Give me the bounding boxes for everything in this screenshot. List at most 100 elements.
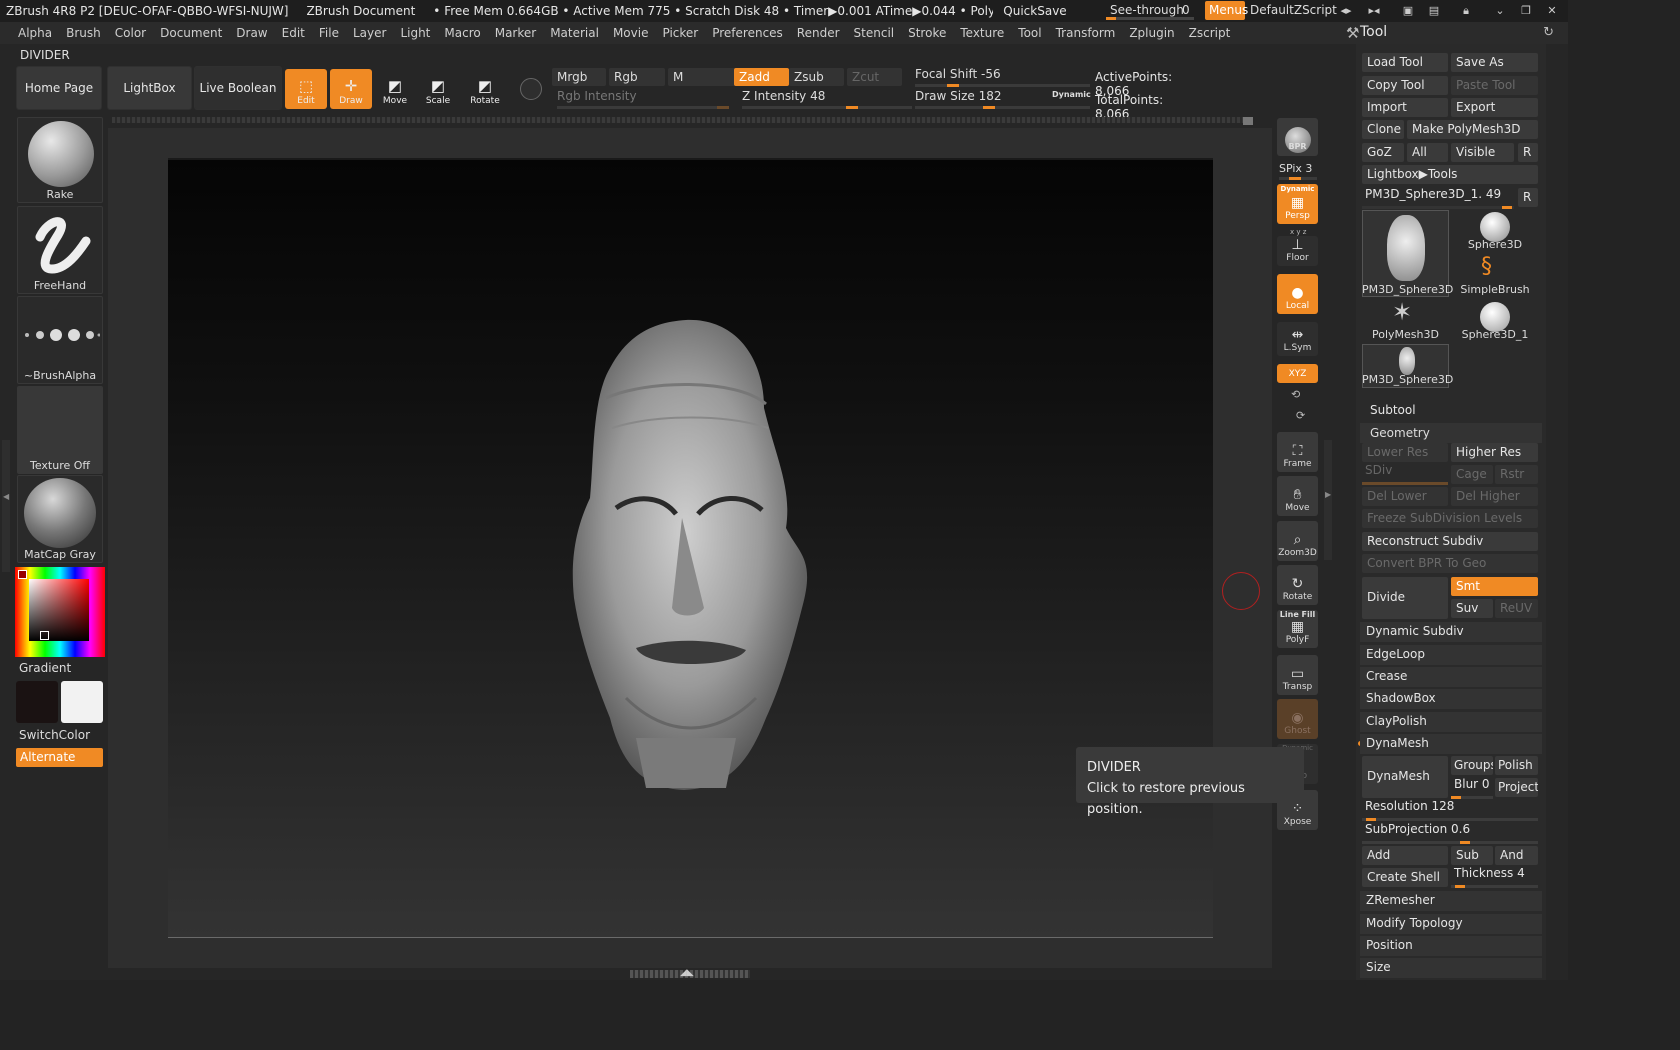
menu-zscript[interactable]: Zscript [1182,26,1238,40]
color-saturation-square[interactable] [29,579,89,641]
material-slot[interactable]: MatCap Gray [17,475,103,563]
alpha-slot[interactable]: ~BrushAlpha [17,296,103,384]
menu-file[interactable]: File [312,26,346,40]
left-tray-arrow-icon[interactable]: ◀ [3,492,9,501]
subprojection-slider[interactable]: SubProjection 0.6 [1362,822,1538,844]
bottom-tray-arrow-icon[interactable]: ◢◣ [680,968,694,978]
thickness-slider[interactable]: Thickness 4 [1451,866,1538,888]
menu-material[interactable]: Material [543,26,606,40]
z-intensity-slider[interactable]: Z Intensity 48 [742,89,912,109]
focal-shift-slider[interactable]: Focal Shift -56 [915,67,1090,87]
resolution-slider[interactable]: Resolution 128 [1362,799,1538,821]
mrgb-button[interactable]: Mrgb [552,68,606,86]
persp-button[interactable]: Dynamic ▦ Persp [1277,184,1318,224]
add-button[interactable]: Add [1362,846,1448,865]
interface-slider-icon[interactable]: ◂▸ [1338,4,1354,18]
create-shell-button[interactable]: Create Shell [1362,868,1448,887]
spix-slider[interactable]: SPix 3 [1279,162,1312,175]
modify-topology-section[interactable]: Modify Topology [1360,914,1542,934]
convert-bpr-button[interactable]: Convert BPR To Geo [1362,554,1538,573]
menu-document[interactable]: Document [153,26,229,40]
higher-res-button[interactable]: Higher Res [1451,443,1538,462]
dynamesh-section[interactable]: DynaMesh [1360,734,1542,754]
menu-transform[interactable]: Transform [1049,26,1123,40]
move-mode-button[interactable]: ◩ Move [374,69,416,109]
stroke-slot[interactable]: FreeHand [17,206,103,294]
sdiv-slider[interactable]: SDiv [1362,463,1448,485]
divide-button[interactable]: Divide [1362,577,1448,619]
edgeloop-section[interactable]: EdgeLoop [1360,645,1542,665]
texture-slot[interactable]: Texture Off [17,386,103,474]
spix-track[interactable] [1279,177,1317,180]
horizontal-scroll-ruler[interactable] [112,117,1252,123]
dynamesh-button[interactable]: DynaMesh [1362,756,1448,798]
sculpted-head-model[interactable] [566,318,822,794]
switch-color-button[interactable]: SwitchColor [19,728,90,742]
export-button[interactable]: Export [1451,98,1538,117]
zremesher-section[interactable]: ZRemesher [1360,891,1542,911]
copy-tool-button[interactable]: Copy Tool [1362,76,1448,95]
right-tray-arrow-icon[interactable]: ▶ [1325,490,1331,499]
see-through-track[interactable] [1106,17,1194,20]
bpr-button[interactable]: BPR [1277,118,1318,156]
del-lower-button[interactable]: Del Lower [1362,487,1448,506]
menu-layer[interactable]: Layer [346,26,393,40]
edit-mode-button[interactable]: ⬚ Edit [285,69,327,109]
menu-render[interactable]: Render [790,26,847,40]
project-toggle[interactable]: Project [1495,778,1538,797]
crease-section[interactable]: Crease [1360,667,1542,687]
simplebrush-icon[interactable]: § [1481,254,1492,279]
scroll-thumb[interactable] [1243,117,1253,125]
lsym-button[interactable]: ⇹ L.Sym [1277,322,1318,356]
color-picker[interactable] [15,567,105,657]
interface-slider-icon-2[interactable]: ▸◂ [1366,4,1382,18]
goz-visible-button[interactable]: Visible [1451,143,1514,162]
menu-texture[interactable]: Texture [953,26,1011,40]
shadowbox-section[interactable]: ShadowBox [1360,689,1542,709]
del-higher-button[interactable]: Del Higher [1451,487,1538,506]
menu-picker[interactable]: Picker [655,26,705,40]
groups-toggle[interactable]: Groups [1451,756,1493,775]
secondary-color-swatch[interactable] [61,681,103,723]
polyf-button[interactable]: Line Fill ▦ PolyF [1277,610,1318,648]
right-tray-handle[interactable] [1324,440,1332,560]
size-section[interactable]: Size [1360,958,1542,978]
suv-toggle[interactable]: Suv [1451,599,1493,618]
smt-toggle[interactable]: Smt [1451,577,1538,596]
close-icon[interactable]: ✕ [1544,4,1560,18]
polymesh3d-star-icon[interactable]: ✶ [1392,298,1412,326]
menus-button[interactable]: Menus [1205,1,1248,20]
lightbox-button[interactable]: LightBox [107,66,192,110]
load-tool-button[interactable]: Load Tool [1362,53,1448,72]
claypolish-section[interactable]: ClayPolish [1360,712,1542,732]
layout-icon[interactable]: ▣ [1400,4,1416,18]
and-button[interactable]: And [1495,846,1538,865]
divider-label[interactable]: DIVIDER [20,48,70,62]
rotate-view-button[interactable]: ↻ Rotate [1277,565,1318,605]
tool-r-button[interactable]: R [1518,188,1538,207]
geometry-section[interactable]: Geometry [1360,423,1542,443]
position-section[interactable]: Position [1360,936,1542,956]
zoom3d-button[interactable]: ⌕ Zoom3D [1277,521,1318,561]
rgb-button[interactable]: Rgb [609,68,665,86]
current-tool-slider[interactable]: PM3D_Sphere3D_1. 49 [1362,187,1514,209]
m-button[interactable]: M [668,68,740,86]
menu-macro[interactable]: Macro [437,26,487,40]
brush-slot[interactable]: Rake [17,117,103,203]
palette-reset-icon[interactable]: ↻ [1543,25,1554,40]
see-through-slider[interactable]: See-through 0 [1104,1,1200,21]
live-boolean-button[interactable]: Live Boolean [194,66,282,110]
menu-movie[interactable]: Movie [606,26,656,40]
menu-stroke[interactable]: Stroke [901,26,953,40]
lower-res-button[interactable]: Lower Res [1362,443,1448,462]
reuv-toggle[interactable]: ReUV [1495,599,1538,618]
frame-button[interactable]: ⛶ Frame [1277,432,1318,472]
clone-button[interactable]: Clone [1362,120,1404,139]
menu-marker[interactable]: Marker [488,26,543,40]
local-button[interactable]: ● Local [1277,274,1318,314]
goz-button[interactable]: GoZ [1362,143,1404,162]
scale-mode-button[interactable]: ◩ Scale [417,69,459,109]
menu-color[interactable]: Color [108,26,153,40]
quicksave-button[interactable]: QuickSave [1003,4,1066,18]
freeze-subdivision-button[interactable]: Freeze SubDivision Levels [1362,509,1538,528]
